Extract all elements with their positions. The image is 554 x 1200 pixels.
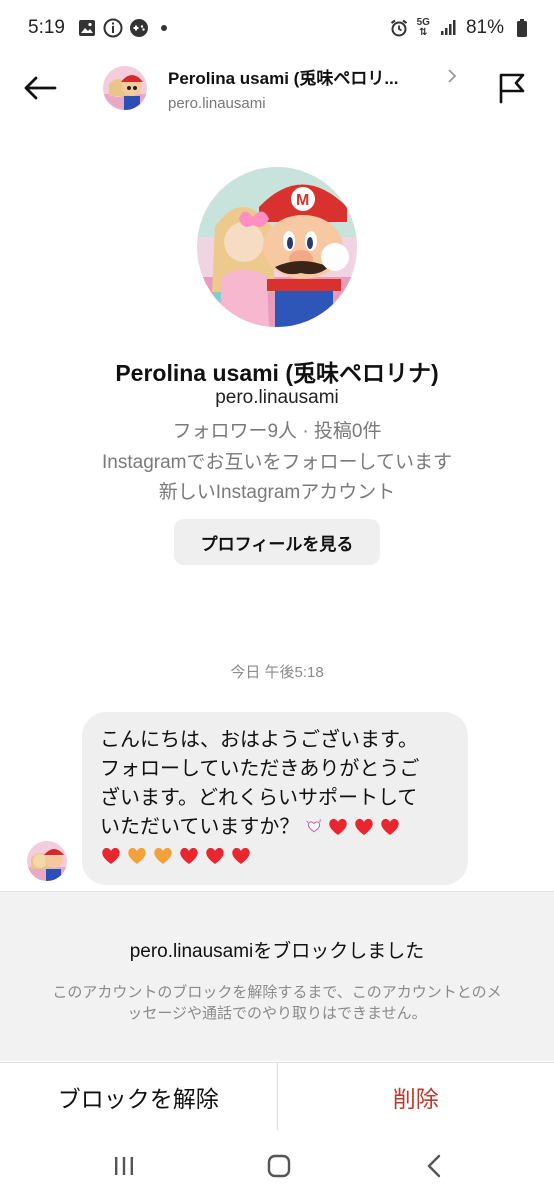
profile-display-name: Perolina usami (兎味ペロリナ) bbox=[115, 360, 439, 386]
red-heart-icon bbox=[329, 818, 347, 835]
back-button[interactable] bbox=[20, 68, 60, 108]
message-line: ざいます。どれくらいサポートして bbox=[100, 787, 418, 809]
message-sender-avatar[interactable] bbox=[27, 841, 67, 881]
status-system-icons: 5G ⇅ 81% bbox=[389, 17, 532, 39]
profile-stats: フォロワー9人 · 投稿0件 bbox=[172, 421, 382, 442]
red-heart-icon bbox=[355, 818, 373, 835]
nav-back-button[interactable] bbox=[414, 1150, 454, 1182]
back-arrow-icon bbox=[24, 76, 57, 100]
report-flag-button[interactable] bbox=[492, 68, 532, 108]
message-line-text: いただいていますか？ bbox=[100, 816, 300, 838]
info-icon bbox=[103, 18, 123, 38]
sparkle-heart-icon bbox=[306, 819, 322, 833]
orange-heart-icon bbox=[128, 847, 146, 864]
recents-button[interactable] bbox=[104, 1150, 144, 1182]
message-line: こんにちは、おはようございます。 bbox=[100, 729, 418, 751]
red-heart-icon bbox=[206, 847, 224, 864]
header-display-name: Perolina usami (兎味ペロリ... bbox=[168, 69, 399, 88]
profile-new-account-note: 新しいInstagramアカウント bbox=[158, 482, 396, 503]
battery-percent: 81% bbox=[465, 17, 504, 38]
message-line: いただいていますか？ bbox=[100, 813, 450, 842]
blocked-notice-panel: pero.linausamiをブロックしました このアカウントのブロックを解除す… bbox=[0, 891, 554, 1061]
unblock-button[interactable]: ブロックを解除 bbox=[0, 1063, 278, 1130]
recents-icon bbox=[115, 1157, 133, 1175]
alarm-icon bbox=[389, 18, 409, 38]
red-heart-icon bbox=[102, 847, 120, 864]
message-bubble[interactable]: こんにちは、おはようございます。 フォローしていただきありがとうご ざいます。ど… bbox=[82, 712, 468, 885]
header-avatar[interactable] bbox=[103, 66, 147, 110]
delete-button[interactable]: 削除 bbox=[277, 1063, 554, 1130]
gallery-icon bbox=[77, 18, 97, 38]
blocked-action-bar: ブロックを解除 削除 bbox=[0, 1062, 554, 1130]
flag-icon bbox=[499, 73, 525, 104]
network-indicator: 5G ⇅ bbox=[416, 17, 430, 38]
home-button[interactable] bbox=[259, 1150, 299, 1182]
header-title-group[interactable]: Perolina usami (兎味ペロリ... pero.linausami bbox=[168, 64, 440, 112]
red-heart-icon bbox=[381, 818, 399, 835]
notification-dot bbox=[160, 25, 167, 31]
chevron-right-icon bbox=[444, 68, 460, 84]
svg-text:M: M bbox=[296, 192, 309, 209]
profile-mutual-follow: Instagramでお互いをフォローしています bbox=[102, 452, 452, 473]
view-profile-button[interactable]: プロフィールを見る bbox=[174, 519, 380, 565]
chat-header: Perolina usami (兎味ペロリ... pero.linausami bbox=[0, 56, 554, 120]
message-timestamp: 今日 午後5:18 bbox=[230, 664, 324, 681]
battery-icon bbox=[512, 18, 532, 38]
home-icon bbox=[267, 1154, 291, 1178]
message-line bbox=[100, 842, 450, 871]
status-bar: 5:19 5G ⇅ 81% bbox=[0, 0, 554, 56]
status-time: 5:19 bbox=[28, 17, 65, 38]
nav-back-icon bbox=[427, 1154, 441, 1178]
orange-heart-icon bbox=[154, 847, 172, 864]
signal-icon bbox=[438, 18, 458, 38]
red-heart-icon bbox=[232, 847, 250, 864]
red-heart-icon bbox=[180, 847, 198, 864]
blocked-notice-description: このアカウントのブロックを解除するまで、このアカウントとのメッセージや通話でのや… bbox=[52, 984, 502, 1022]
profile-username: pero.linausami bbox=[215, 387, 339, 408]
system-navigation-bar bbox=[0, 1130, 554, 1200]
profile-avatar[interactable]: M bbox=[197, 167, 357, 327]
game-controller-icon bbox=[129, 18, 149, 38]
blocked-notice-title: pero.linausamiをブロックしました bbox=[129, 941, 425, 962]
status-notification-icons bbox=[77, 18, 167, 38]
message-line: フォローしていただきありがとうご bbox=[100, 758, 420, 780]
header-username: pero.linausami bbox=[168, 95, 266, 112]
